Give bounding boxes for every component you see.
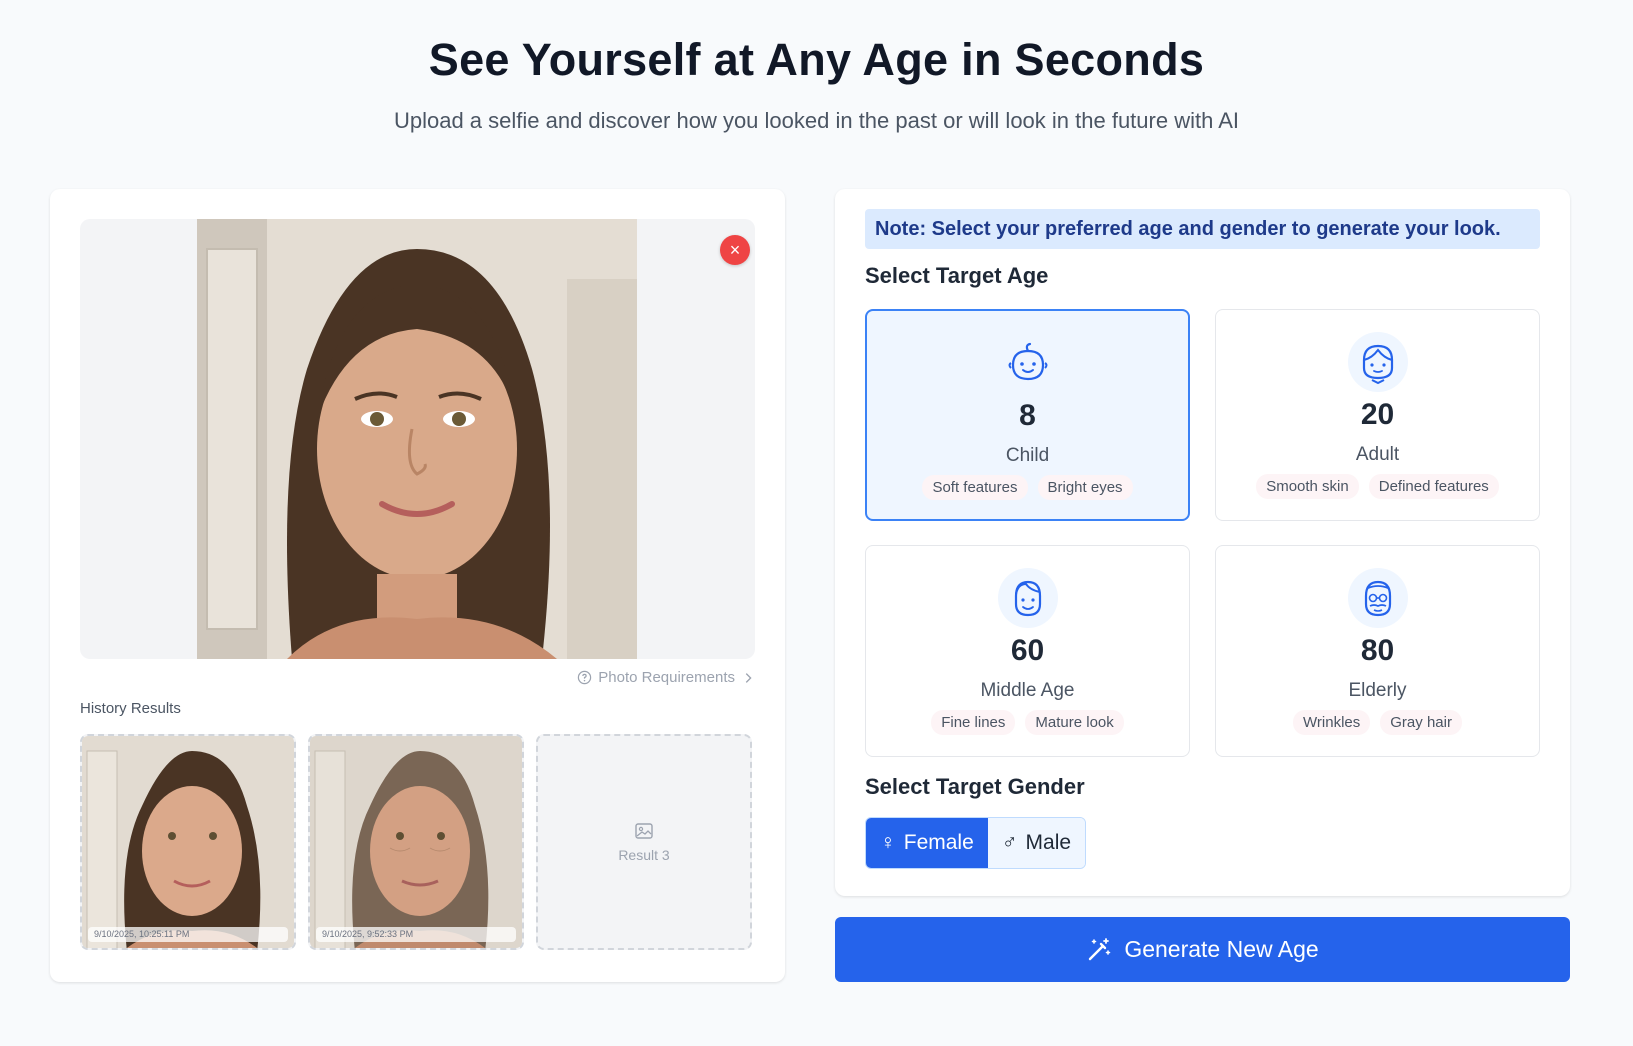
photo-requirements-link[interactable]: Photo Requirements — [577, 669, 755, 686]
history-thumbnail — [310, 736, 522, 948]
uploaded-photo — [197, 219, 637, 659]
image-icon — [635, 823, 653, 839]
baby-icon — [997, 333, 1058, 393]
upload-panel: × Photo Requirements History Results 9/1… — [50, 189, 785, 982]
remove-photo-button[interactable]: × — [720, 235, 750, 265]
magic-wand-icon — [1089, 937, 1111, 960]
generate-button[interactable]: Generate New Age — [835, 917, 1570, 982]
age-feature-tag: Fine lines — [931, 710, 1016, 735]
gender-male-button[interactable]: ♂ Male — [987, 818, 1086, 868]
male-icon: ♂ — [1001, 831, 1018, 854]
adult-icon — [1347, 332, 1408, 392]
page-title: See Yourself at Any Age in Seconds — [428, 34, 1205, 85]
gender-female-button[interactable]: ♀ Female — [866, 818, 988, 868]
age-feature-tag: Wrinkles — [1293, 710, 1371, 735]
age-feature-tag: Gray hair — [1380, 710, 1462, 735]
age-option-20[interactable]: 20 Adult Smooth skin Defined features — [1215, 309, 1540, 521]
age-label: Adult — [1355, 444, 1400, 465]
help-circle-icon — [578, 670, 592, 685]
age-value: 20 — [1360, 398, 1395, 431]
page-subtitle: Upload a selfie and discover how you loo… — [393, 108, 1240, 133]
gender-female-label: Female — [903, 831, 974, 854]
age-feature-tag: Mature look — [1025, 710, 1124, 735]
age-label: Elderly — [1348, 680, 1407, 701]
history-item[interactable]: 9/10/2025, 10:25:11 PM — [80, 734, 296, 950]
note-banner: Note: Select your preferred age and gend… — [865, 209, 1540, 249]
settings-panel: Note: Select your preferred age and gend… — [835, 189, 1570, 896]
age-option-8[interactable]: 8 Child Soft features Bright eyes — [865, 309, 1190, 521]
history-item-empty[interactable]: Result 3 — [536, 734, 752, 950]
photo-preview: × — [80, 219, 755, 659]
history-thumbnail — [82, 736, 294, 948]
age-feature-tag: Defined features — [1368, 474, 1499, 499]
age-option-80[interactable]: 80 Elderly Wrinkles Gray hair — [1215, 545, 1540, 757]
age-section-title: Select Target Age — [865, 263, 1049, 288]
age-option-60[interactable]: 60 Middle Age Fine lines Mature look — [865, 545, 1190, 757]
history-timestamp: 9/10/2025, 9:52:33 PM — [316, 927, 516, 942]
age-value: 60 — [1010, 634, 1045, 667]
photo-requirements-label: Photo Requirements — [598, 669, 735, 686]
elderly-icon — [1347, 568, 1408, 628]
age-label: Middle Age — [980, 680, 1075, 701]
age-label: Child — [1005, 445, 1050, 466]
age-feature-tag: Soft features — [922, 475, 1028, 500]
gender-section-title: Select Target Gender — [865, 774, 1085, 799]
history-list: 9/10/2025, 10:25:11 PM 9/10/2025, 9:52:3… — [80, 734, 752, 950]
age-value: 80 — [1360, 634, 1395, 667]
close-icon: × — [729, 240, 741, 260]
gender-male-label: Male — [1025, 831, 1072, 854]
chevron-right-icon — [745, 672, 752, 683]
female-icon: ♀ — [880, 831, 896, 854]
history-placeholder-label: Result 3 — [618, 847, 670, 863]
history-timestamp: 9/10/2025, 10:25:11 PM — [88, 927, 288, 942]
generate-label: Generate New Age — [1124, 936, 1319, 962]
age-feature-tag: Smooth skin — [1256, 474, 1359, 499]
gender-toggle: ♀ Female ♂ Male — [865, 817, 1087, 869]
age-feature-tag: Bright eyes — [1037, 475, 1133, 500]
history-title: History Results — [80, 700, 181, 717]
age-value: 8 — [1019, 399, 1036, 432]
middle-age-icon — [997, 568, 1058, 628]
portrait-image — [197, 219, 637, 659]
history-item[interactable]: 9/10/2025, 9:52:33 PM — [308, 734, 524, 950]
